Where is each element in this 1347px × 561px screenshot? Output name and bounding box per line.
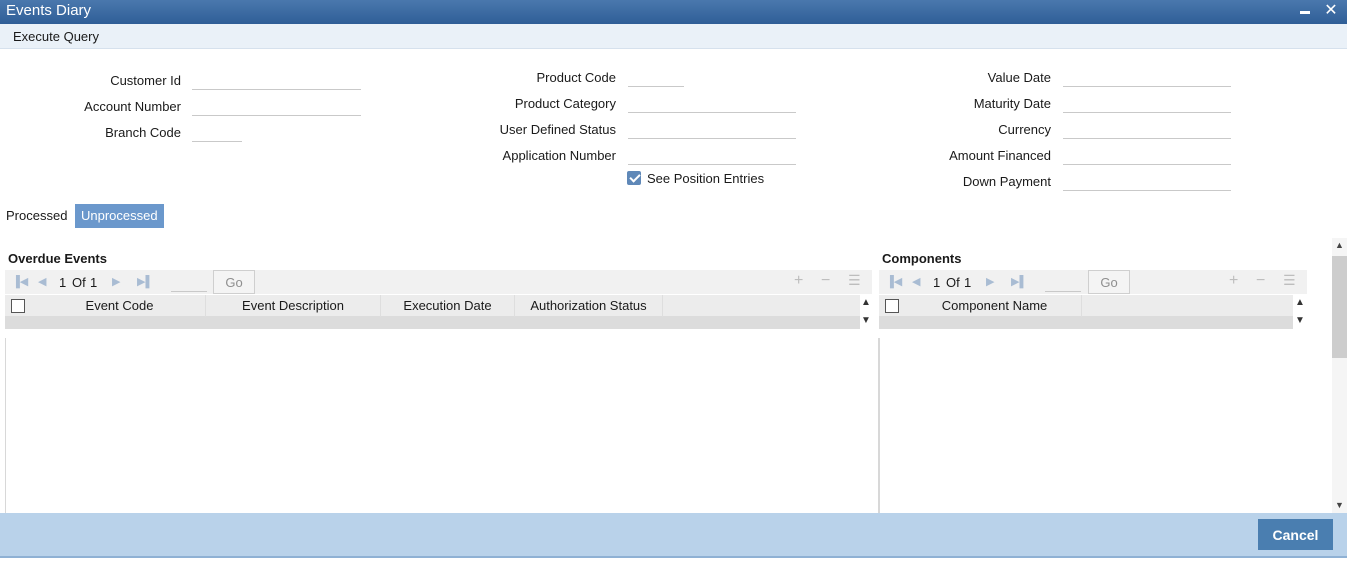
branch-code-input[interactable] <box>192 124 242 142</box>
scroll-down-icon[interactable]: ▼ <box>860 315 872 326</box>
column-event-description[interactable]: Event Description <box>206 295 381 317</box>
scrollbar-thumb[interactable] <box>1332 256 1347 358</box>
account-number-label: Account Number <box>84 99 181 114</box>
scroll-up-icon[interactable]: ▲ <box>1294 297 1306 308</box>
currency-input[interactable] <box>1063 121 1231 139</box>
tab-unprocessed[interactable]: Unprocessed <box>75 204 164 228</box>
user-defined-status-label: User Defined Status <box>499 122 616 137</box>
of-label: Of <box>946 275 960 290</box>
scroll-up-icon[interactable]: ▲ <box>860 297 872 308</box>
customer-id-label: Customer Id <box>110 73 181 88</box>
overdue-events-header: Event Code Event Description Execution D… <box>5 295 860 317</box>
footer-bar <box>0 513 1347 558</box>
execute-query-menu-item[interactable]: Execute Query <box>13 29 99 44</box>
go-button[interactable]: Go <box>1088 270 1130 294</box>
delete-row-icon[interactable]: − <box>821 272 830 290</box>
cancel-button[interactable]: Cancel <box>1258 519 1333 550</box>
previous-page-icon[interactable]: ◀ <box>38 275 46 288</box>
total-pages: 1 <box>964 275 972 290</box>
of-label: Of <box>72 275 86 290</box>
down-payment-input[interactable] <box>1063 173 1231 191</box>
maturity-date-input[interactable] <box>1063 95 1231 113</box>
current-page: 1 <box>59 275 67 290</box>
branch-code-label: Branch Code <box>105 125 181 140</box>
account-number-input[interactable] <box>192 98 361 116</box>
product-code-label: Product Code <box>536 70 617 85</box>
menu-bar: Execute Query <box>0 24 1347 49</box>
overdue-events-pager: ▐◀ ◀ 1 Of 1 ▶ ▶▌ Go + − ☰ <box>5 270 872 294</box>
total-pages: 1 <box>90 275 98 290</box>
minimize-icon <box>1300 10 1310 14</box>
window-title: Events Diary <box>6 2 92 19</box>
previous-page-icon[interactable]: ◀ <box>912 275 920 288</box>
table-row <box>5 317 860 329</box>
product-category-input[interactable] <box>628 95 796 113</box>
overdue-events-title: Overdue Events <box>8 251 107 266</box>
see-position-entries-checkbox[interactable] <box>627 171 641 185</box>
go-button[interactable]: Go <box>213 270 255 294</box>
currency-label: Currency <box>998 122 1051 137</box>
page-number-input[interactable] <box>1045 272 1081 292</box>
first-page-icon[interactable]: ▐◀ <box>886 275 902 288</box>
amount-financed-input[interactable] <box>1063 147 1231 165</box>
add-row-icon[interactable]: + <box>1229 272 1238 290</box>
column-execution-date[interactable]: Execution Date <box>381 295 515 317</box>
value-date-input[interactable] <box>1063 69 1231 87</box>
product-code-input[interactable] <box>628 69 684 87</box>
first-page-icon[interactable]: ▐◀ <box>12 275 28 288</box>
components-title: Components <box>882 251 962 266</box>
delete-row-icon[interactable]: − <box>1256 272 1265 290</box>
components-body <box>879 338 1332 513</box>
table-row <box>879 317 1293 329</box>
last-page-icon[interactable]: ▶▌ <box>1011 275 1027 288</box>
user-defined-status-input[interactable] <box>628 121 796 139</box>
next-page-icon[interactable]: ▶ <box>112 275 120 288</box>
tab-processed[interactable]: Processed <box>0 204 73 228</box>
maturity-date-label: Maturity Date <box>973 96 1051 111</box>
column-authorization-status[interactable]: Authorization Status <box>515 295 663 317</box>
value-date-label: Value Date <box>987 70 1051 85</box>
title-bar: Events Diary ✕ <box>0 0 1347 24</box>
page-number-input[interactable] <box>171 272 207 292</box>
overdue-events-body <box>5 338 879 513</box>
list-view-icon[interactable]: ☰ <box>1283 272 1296 289</box>
current-page: 1 <box>933 275 941 290</box>
column-event-code[interactable]: Event Code <box>34 295 206 317</box>
application-number-input[interactable] <box>628 147 796 165</box>
page-scrollbar[interactable]: ▲ ▼ <box>1332 238 1347 513</box>
add-row-icon[interactable]: + <box>794 272 803 290</box>
customer-id-input[interactable] <box>192 72 361 90</box>
minimize-button[interactable] <box>1295 0 1315 24</box>
components-pager: ▐◀ ◀ 1 Of 1 ▶ ▶▌ Go + − ☰ <box>879 270 1307 294</box>
application-number-label: Application Number <box>502 148 616 163</box>
components-header: Component Name <box>879 295 1293 317</box>
see-position-entries-label: See Position Entries <box>647 171 765 186</box>
select-all-checkbox[interactable] <box>11 299 25 313</box>
close-button[interactable]: ✕ <box>1321 0 1341 24</box>
select-all-checkbox[interactable] <box>885 299 899 313</box>
next-page-icon[interactable]: ▶ <box>986 275 994 288</box>
down-payment-label: Down Payment <box>962 174 1051 189</box>
product-category-label: Product Category <box>514 96 616 111</box>
column-component-name[interactable]: Component Name <box>908 295 1082 317</box>
scroll-down-icon[interactable]: ▼ <box>1332 500 1347 510</box>
scroll-down-icon[interactable]: ▼ <box>1294 315 1306 326</box>
list-view-icon[interactable]: ☰ <box>848 272 861 289</box>
last-page-icon[interactable]: ▶▌ <box>137 275 153 288</box>
scroll-up-icon[interactable]: ▲ <box>1332 240 1347 250</box>
amount-financed-label: Amount Financed <box>949 148 1051 163</box>
